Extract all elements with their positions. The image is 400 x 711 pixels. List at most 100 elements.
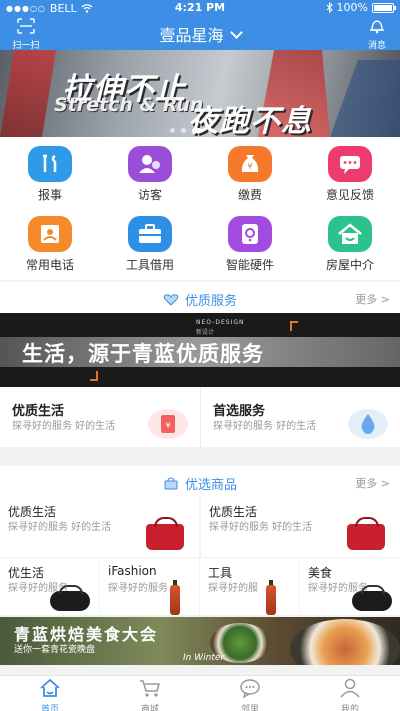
grid-item-phonebook[interactable]: 常用电话 [0, 207, 100, 277]
shop-bag-icon [164, 477, 178, 490]
tab-neighbors[interactable]: 邻里 [200, 678, 300, 711]
service-subtitle: 探寻好的服务 好的生活 [213, 421, 317, 432]
svg-text:¥: ¥ [165, 421, 170, 430]
goods-header: 优选商品 更多 > [0, 466, 400, 497]
tab-mine[interactable]: 我的 [300, 678, 400, 711]
product-card[interactable]: 优生活 探寻好的服务 [0, 558, 99, 615]
service-card[interactable]: 优质生活 探寻好的服务 好的生活 ¥ [0, 387, 200, 447]
product-subtitle: 探寻好的服务 好的生活 [8, 522, 112, 533]
product-card[interactable]: 美食 探寻好的服务 [300, 558, 400, 615]
message-button[interactable]: 消息 [360, 18, 394, 51]
chat-icon [328, 146, 372, 182]
visitor-icon [128, 146, 172, 182]
grid-label: 意见反馈 [325, 188, 374, 202]
toolbox-icon [128, 216, 172, 252]
heart-icon [163, 294, 179, 306]
promo-banner[interactable]: 拉伸不止 Stretch & Run 夜跑不息 [0, 50, 400, 137]
service-subtitle: 探寻好的服务 好的生活 [12, 421, 116, 432]
water-drop-icon [348, 409, 388, 439]
service-card[interactable]: 首选服务 探寻好的服务 好的生活 [200, 387, 400, 447]
community-name: 壹品星海 [159, 26, 224, 45]
grid-label: 房屋中介 [325, 258, 374, 272]
grid-label: 智能硬件 [225, 258, 274, 272]
status-right: 100% [326, 1, 396, 14]
product-card[interactable]: 工具 探寻好的服 [200, 558, 299, 615]
handbag-image [347, 517, 385, 550]
banner-slogan: 生活，源于青蓝优质服务 [22, 342, 264, 366]
grid-item-visitor[interactable]: 访客 [100, 137, 200, 207]
tab-label: 我的 [340, 705, 359, 711]
food-plate-image [290, 619, 400, 665]
sports-bag-image [352, 585, 392, 611]
grid-item-payment[interactable]: ¥ 缴费 [200, 137, 300, 207]
grid-label: 常用电话 [25, 258, 74, 272]
grid-label: 缴费 [237, 188, 262, 202]
pagination-dot-active [192, 128, 202, 133]
phone-book-icon [28, 216, 72, 252]
money-bag-icon: ¥ [228, 146, 272, 182]
product-subtitle: 探寻好的服务 好的生活 [209, 522, 313, 533]
pagination-dot [170, 128, 175, 133]
section-title: 优选商品 [0, 474, 400, 493]
bottle-image [266, 580, 276, 615]
product-name: iFashion [108, 564, 157, 578]
grid-label: 工具借用 [125, 258, 174, 272]
wrench-icon [28, 146, 72, 182]
grid-label: 报事 [37, 188, 62, 202]
grid-label: 访客 [137, 188, 162, 202]
tab-label: 邻里 [240, 705, 259, 711]
house-icon [328, 216, 372, 252]
corner-decoration [90, 371, 98, 381]
grid-item-house-agency[interactable]: 房屋中介 [300, 207, 400, 277]
quality-service-banner[interactable]: NEO-DESIGN 新设计 生活，源于青蓝优质服务 [0, 313, 400, 387]
grid-item-smart-hardware[interactable]: 智能硬件 [200, 207, 300, 277]
battery-icon [372, 2, 396, 13]
product-subtitle: 探寻好的服 [208, 583, 258, 594]
chevron-down-icon [229, 26, 243, 39]
svg-text:¥: ¥ [247, 162, 252, 171]
status-bar: ●●●○○ BELL 4:21 PM 100% [0, 0, 400, 16]
food-banner-season: In Winter [183, 653, 225, 663]
banner-english-text: Stretch & Run [54, 94, 204, 116]
banner-runner-image [330, 60, 400, 137]
bottle-image [170, 580, 180, 615]
more-link[interactable]: 更多 > [355, 291, 390, 307]
food-event-banner[interactable]: 青蓝烘焙美食大会 送你一套青花瓷晚盘 In Winter [0, 617, 400, 665]
top-nav-bar: 扫一扫 壹品星海 消息 [0, 16, 400, 51]
tab-home[interactable]: 首页 [0, 678, 100, 711]
product-subtitle: 探寻好的服务 [108, 583, 168, 594]
pagination-dot [181, 128, 186, 133]
grid-item-tool-borrow[interactable]: 工具借用 [100, 207, 200, 277]
chat-bubble-icon [240, 679, 260, 699]
more-link[interactable]: 更多 > [355, 475, 390, 491]
bell-icon [370, 20, 384, 34]
grid-item-feedback[interactable]: 意见反馈 [300, 137, 400, 207]
banner-pagination [170, 128, 213, 133]
product-card[interactable]: iFashion 探寻好的服务 [100, 558, 199, 615]
product-card[interactable]: 优质生活 探寻好的服务 好的生活 [0, 497, 199, 557]
handbag-image [146, 517, 184, 550]
cart-icon [140, 680, 160, 697]
battery-percent: 100% [336, 1, 368, 14]
home-icon [40, 678, 60, 697]
food-banner-subtitle: 送你一套青花瓷晚盘 [14, 645, 96, 655]
corner-decoration [290, 321, 298, 331]
tab-label: 商城 [140, 705, 159, 711]
service-grid: 报事 访客 ¥ 缴费 意见反馈 常用电话 工具借用 智能硬件 房屋中介 [0, 137, 400, 280]
tab-label: 首页 [40, 705, 59, 711]
device-icon [228, 216, 272, 252]
tab-mall[interactable]: 商城 [100, 678, 200, 711]
banner-brand: NEO-DESIGN [196, 319, 245, 326]
grid-item-report[interactable]: 报事 [0, 137, 100, 207]
bottom-tab-bar: 首页 商城 邻里 我的 [0, 675, 400, 711]
red-envelope-icon: ¥ [148, 409, 188, 439]
user-icon [340, 678, 360, 698]
quality-service-header: 优质服务 更多 > [0, 282, 400, 313]
product-card[interactable]: 优质生活 探寻好的服务 好的生活 [201, 497, 400, 557]
section-title: 优质服务 [0, 290, 400, 309]
pagination-dot [208, 128, 213, 133]
community-selector[interactable]: 壹品星海 [0, 22, 400, 46]
banner-brand-sub: 新设计 [196, 329, 215, 336]
bluetooth-icon [326, 2, 333, 13]
sports-bag-image [50, 585, 90, 611]
